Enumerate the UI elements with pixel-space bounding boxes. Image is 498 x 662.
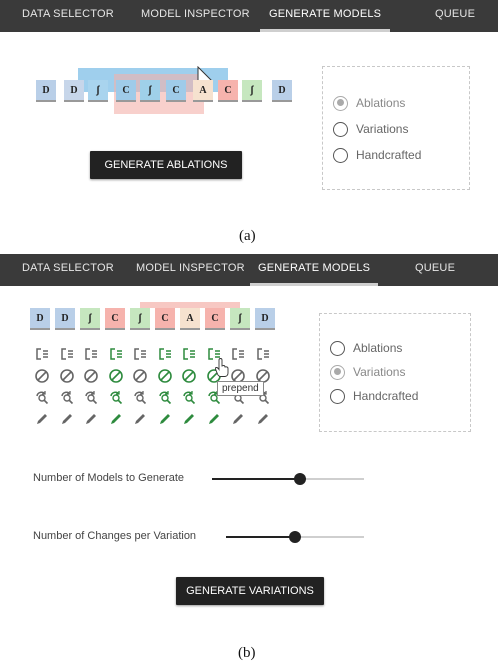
models-count-label: Number of Models to Generate [33,472,185,484]
layer-block[interactable]: ʃ [230,308,250,330]
edit-icon[interactable] [255,411,271,427]
layer-block[interactable]: D [64,80,84,102]
generate-ablations-button[interactable]: GENERATE ABLATIONS [90,151,242,179]
edit-icon[interactable] [108,411,124,427]
radio-label: Handcrafted [356,148,422,162]
slider-thumb[interactable] [289,531,301,543]
prepend-icon[interactable] [59,346,75,362]
prepend-icon[interactable] [230,346,246,362]
architecture-chain: DDʃCʃCACʃD [30,302,280,336]
tab-queue[interactable]: QUEUE [435,0,475,32]
layer-block[interactable]: A [180,308,200,330]
radio-label: Ablations [353,341,403,355]
layer-block[interactable]: ʃ [140,80,160,102]
layer-block[interactable]: D [272,80,292,102]
layer-block[interactable]: D [30,308,50,330]
slider-fill [226,536,295,538]
slider-thumb[interactable] [294,473,306,485]
radio-variations[interactable]: Variations [330,364,405,380]
prepend-icon[interactable] [181,346,197,362]
layer-block[interactable]: D [36,80,56,102]
layer-block[interactable]: ʃ [242,80,262,102]
edit-icon[interactable] [59,411,75,427]
radio-button[interactable] [333,121,348,137]
replace-icon[interactable] [157,389,173,405]
tab-model-inspector[interactable]: MODEL INSPECTOR [136,254,245,286]
radio-button[interactable] [333,95,348,111]
models-count-slider[interactable] [212,473,364,485]
tab-generate-models[interactable]: GENERATE MODELS [250,254,379,286]
radio-label: Handcrafted [353,389,419,403]
caption-b: (b) [238,645,256,661]
tab-data-selector[interactable]: DATA SELECTOR [22,0,114,32]
radio-handcrafted[interactable]: Handcrafted [330,388,418,404]
replace-icon[interactable] [34,389,50,405]
radio-label: Variations [353,365,406,379]
layer-block[interactable]: D [255,308,275,330]
nav-bar: DATA SELECTOR MODEL INSPECTOR GENERATE M… [0,254,498,286]
radio-handcrafted[interactable]: Handcrafted [333,147,421,163]
caption-a: (a) [239,228,256,244]
radio-ablations[interactable]: Ablations [330,340,402,356]
generation-mode-group: Ablations Variations Handcrafted [322,66,470,190]
slider-fill [212,478,300,480]
tab-model-inspector[interactable]: MODEL INSPECTOR [141,0,250,32]
layer-block[interactable]: C [116,80,136,102]
radio-button[interactable] [330,364,345,380]
tooltip: prepend [217,381,264,396]
layer-block[interactable]: C [155,308,175,330]
tab-generate-models[interactable]: GENERATE MODELS [260,0,391,32]
changes-per-variation-label: Number of Changes per Variation [33,530,197,542]
edit-icon[interactable] [230,411,246,427]
edit-icon[interactable] [83,411,99,427]
layer-block[interactable]: C [205,308,225,330]
disable-icon[interactable] [59,368,75,384]
layer-block[interactable]: C [218,80,238,102]
disable-icon[interactable] [34,368,50,384]
replace-icon[interactable] [132,389,148,405]
changes-per-variation-slider[interactable] [226,531,364,543]
prepend-icon[interactable] [108,346,124,362]
nav-bar: DATA SELECTOR MODEL INSPECTOR GENERATE M… [0,0,498,32]
radio-variations[interactable]: Variations [333,121,408,137]
radio-label: Ablations [356,96,406,110]
replace-icon[interactable] [83,389,99,405]
layer-block[interactable]: A [193,80,213,102]
edit-icon[interactable] [34,411,50,427]
prepend-icon[interactable] [255,346,271,362]
radio-button[interactable] [330,340,345,356]
layer-block[interactable]: ʃ [130,308,150,330]
tab-queue[interactable]: QUEUE [415,254,455,286]
radio-button[interactable] [333,147,348,163]
layer-block[interactable]: D [55,308,75,330]
architecture-chain: DDʃCʃCACʃD [36,66,306,116]
disable-icon[interactable] [157,368,173,384]
layer-block[interactable]: ʃ [80,308,100,330]
replace-icon[interactable] [181,389,197,405]
edit-icon[interactable] [132,411,148,427]
radio-button[interactable] [330,388,345,404]
replace-icon[interactable] [59,389,75,405]
hand-cursor-icon [214,358,229,377]
tab-data-selector[interactable]: DATA SELECTOR [22,254,114,286]
prepend-icon[interactable] [157,346,173,362]
generation-mode-group: Ablations Variations Handcrafted [319,313,471,432]
edit-icon[interactable] [181,411,197,427]
disable-icon[interactable] [181,368,197,384]
generate-variations-button[interactable]: GENERATE VARIATIONS [176,577,324,605]
layer-block[interactable]: C [166,80,186,102]
prepend-icon[interactable] [83,346,99,362]
prepend-icon[interactable] [34,346,50,362]
disable-icon[interactable] [108,368,124,384]
replace-icon[interactable] [108,389,124,405]
layer-block[interactable]: C [105,308,125,330]
edit-icon[interactable] [206,411,222,427]
radio-ablations[interactable]: Ablations [333,95,405,111]
prepend-icon[interactable] [132,346,148,362]
edit-icon[interactable] [157,411,173,427]
disable-icon[interactable] [132,368,148,384]
disable-icon[interactable] [83,368,99,384]
layer-block[interactable]: ʃ [88,80,108,102]
radio-label: Variations [356,122,409,136]
